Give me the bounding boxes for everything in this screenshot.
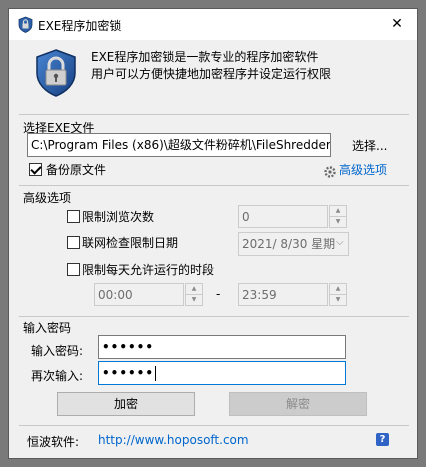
- backup-checkbox[interactable]: [29, 163, 42, 176]
- divider: [19, 316, 409, 317]
- decrypt-button[interactable]: 解密: [229, 392, 367, 416]
- time-from-input[interactable]: 00:00: [94, 283, 184, 306]
- shield-lock-icon: [36, 49, 76, 97]
- limit-date-value: 2021/ 8/30 星期: [242, 237, 336, 251]
- confirm-password-input[interactable]: ••••••: [98, 361, 346, 385]
- banner-line-2: 用户可以方便快捷地加密程序并设定运行权限: [91, 67, 332, 81]
- footer-label: 恒波软件:: [27, 435, 80, 449]
- exe-path-field[interactable]: C:\Program Files (x86)\超级文件粉碎机\FileShred…: [27, 133, 331, 157]
- view-count-spinner[interactable]: ▲ ▼: [329, 205, 347, 228]
- app-window: EXE程序加密锁 ✕ EXE程序加密锁是一款专业的程序加密软件 用户可以方便快捷…: [8, 8, 418, 459]
- time-to-input[interactable]: 23:59: [238, 283, 328, 306]
- browse-button[interactable]: 选择...: [352, 137, 387, 154]
- advanced-section-title: 高级选项: [23, 191, 72, 205]
- banner-line-1: EXE程序加密锁是一款专业的程序加密软件: [91, 50, 319, 64]
- limit-views-label: 限制浏览次数: [82, 210, 155, 224]
- password-section-title: 输入密码: [23, 321, 72, 335]
- online-date-label: 联网检查限制日期: [82, 236, 179, 250]
- confirm-password-value: ••••••: [102, 366, 155, 380]
- encrypt-button[interactable]: 加密: [57, 392, 195, 416]
- limit-date-picker[interactable]: 2021/ 8/30 星期: [238, 232, 349, 256]
- time-to-spinner[interactable]: ▲ ▼: [329, 283, 347, 306]
- lock-app-icon: [18, 16, 33, 33]
- help-icon[interactable]: ?: [376, 433, 389, 446]
- time-from-spinner[interactable]: ▲ ▼: [185, 283, 203, 306]
- confirm-password-label: 再次输入:: [31, 369, 84, 383]
- chevron-down-icon: ⌵: [336, 237, 344, 248]
- divider: [19, 114, 409, 115]
- advanced-options-link[interactable]: 高级选项: [339, 161, 387, 178]
- time-window-label: 限制每天允许运行的时段: [82, 263, 215, 277]
- title-bar: EXE程序加密锁 ✕: [9, 9, 417, 40]
- close-icon: ✕: [391, 16, 403, 32]
- divider: [19, 185, 409, 186]
- time-window-checkbox[interactable]: [67, 263, 80, 276]
- online-date-checkbox[interactable]: [67, 236, 80, 249]
- limit-views-checkbox[interactable]: [67, 210, 80, 223]
- gear-icon: [324, 166, 336, 178]
- password-input[interactable]: ••••••: [98, 335, 346, 359]
- time-separator: -: [216, 287, 221, 301]
- divider: [19, 425, 409, 426]
- view-count-input[interactable]: 0: [238, 205, 328, 228]
- close-button[interactable]: ✕: [383, 10, 411, 38]
- password-value: ••••••: [102, 340, 155, 354]
- window-title: EXE程序加密锁: [38, 19, 122, 33]
- backup-label: 备份原文件: [46, 163, 107, 177]
- banner-description: EXE程序加密锁是一款专业的程序加密软件 用户可以方便快捷地加密程序并设定运行权…: [91, 49, 331, 83]
- text-caret: [155, 366, 157, 381]
- website-link[interactable]: http://www.hoposoft.com: [98, 433, 249, 447]
- password-label: 输入密码:: [31, 344, 84, 358]
